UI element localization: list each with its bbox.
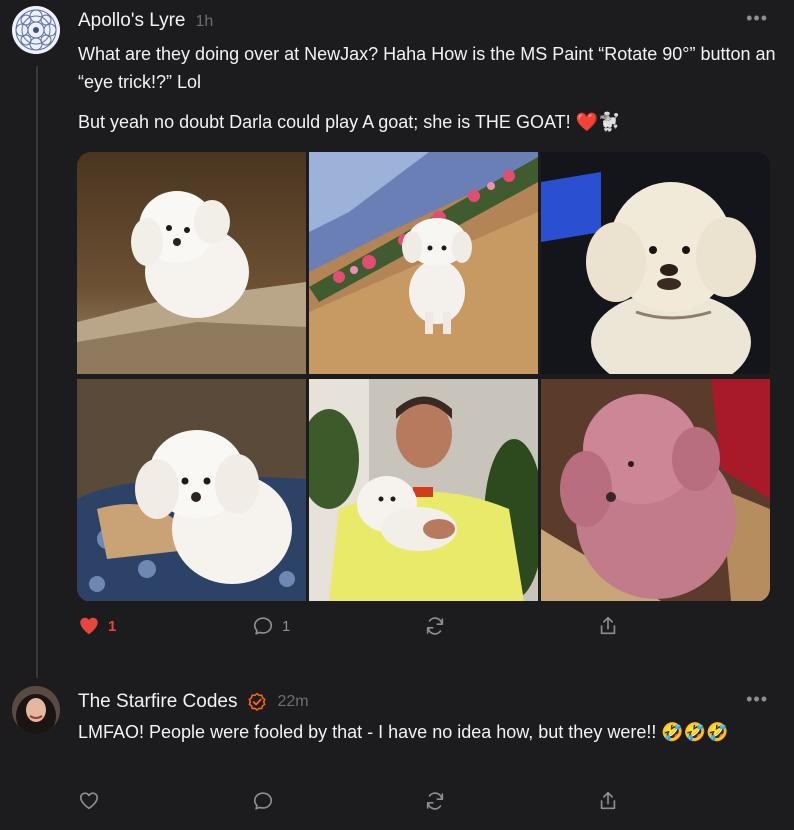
more-icon[interactable]: ••• bbox=[746, 8, 768, 29]
post-actions bbox=[78, 790, 794, 818]
gallery-image[interactable] bbox=[309, 379, 538, 601]
timestamp: 1h bbox=[195, 13, 214, 30]
avatar[interactable] bbox=[12, 686, 60, 734]
restack-icon bbox=[426, 617, 444, 635]
gallery-image[interactable] bbox=[77, 152, 306, 374]
post-header: The Starfire Codes 22m bbox=[78, 691, 309, 713]
post-actions: 1 1 bbox=[78, 615, 794, 643]
reply-text: LMFAO! People were fooled by that - I ha… bbox=[78, 722, 729, 742]
share-button[interactable] bbox=[597, 615, 619, 637]
more-icon[interactable]: ••• bbox=[746, 689, 768, 710]
gallery-image[interactable] bbox=[77, 379, 306, 601]
like-count: 1 bbox=[108, 617, 117, 635]
gallery-image[interactable] bbox=[541, 379, 770, 601]
like-button[interactable] bbox=[78, 790, 100, 812]
comment-button[interactable]: 1 bbox=[252, 615, 290, 637]
verified-icon bbox=[248, 692, 267, 711]
restack-icon bbox=[426, 792, 444, 810]
comment-icon bbox=[253, 792, 273, 810]
thread-line bbox=[36, 66, 38, 678]
share-icon bbox=[600, 616, 616, 635]
restack-button[interactable] bbox=[424, 615, 446, 637]
timestamp: 22m bbox=[277, 693, 309, 710]
post-header: Apollo's Lyre 1h bbox=[78, 10, 213, 32]
author-name[interactable]: Apollo's Lyre bbox=[78, 10, 185, 32]
share-button[interactable] bbox=[597, 790, 619, 812]
like-button[interactable]: 1 bbox=[78, 615, 116, 637]
restack-button[interactable] bbox=[424, 790, 446, 812]
post-text: But yeah no doubt Darla could play A goa… bbox=[78, 112, 621, 132]
heart-icon bbox=[79, 792, 99, 810]
heart-icon bbox=[80, 617, 98, 635]
share-icon bbox=[600, 791, 616, 810]
post-text: What are they doing over at NewJax? Haha… bbox=[78, 44, 776, 92]
comment-button[interactable] bbox=[252, 790, 274, 812]
comment-icon bbox=[253, 617, 273, 635]
gallery-image[interactable] bbox=[309, 152, 538, 374]
gallery-image[interactable] bbox=[541, 152, 770, 374]
author-name[interactable]: The Starfire Codes bbox=[78, 691, 237, 713]
comment-count: 1 bbox=[282, 617, 291, 635]
avatar[interactable] bbox=[12, 6, 60, 54]
image-gallery bbox=[77, 152, 770, 602]
